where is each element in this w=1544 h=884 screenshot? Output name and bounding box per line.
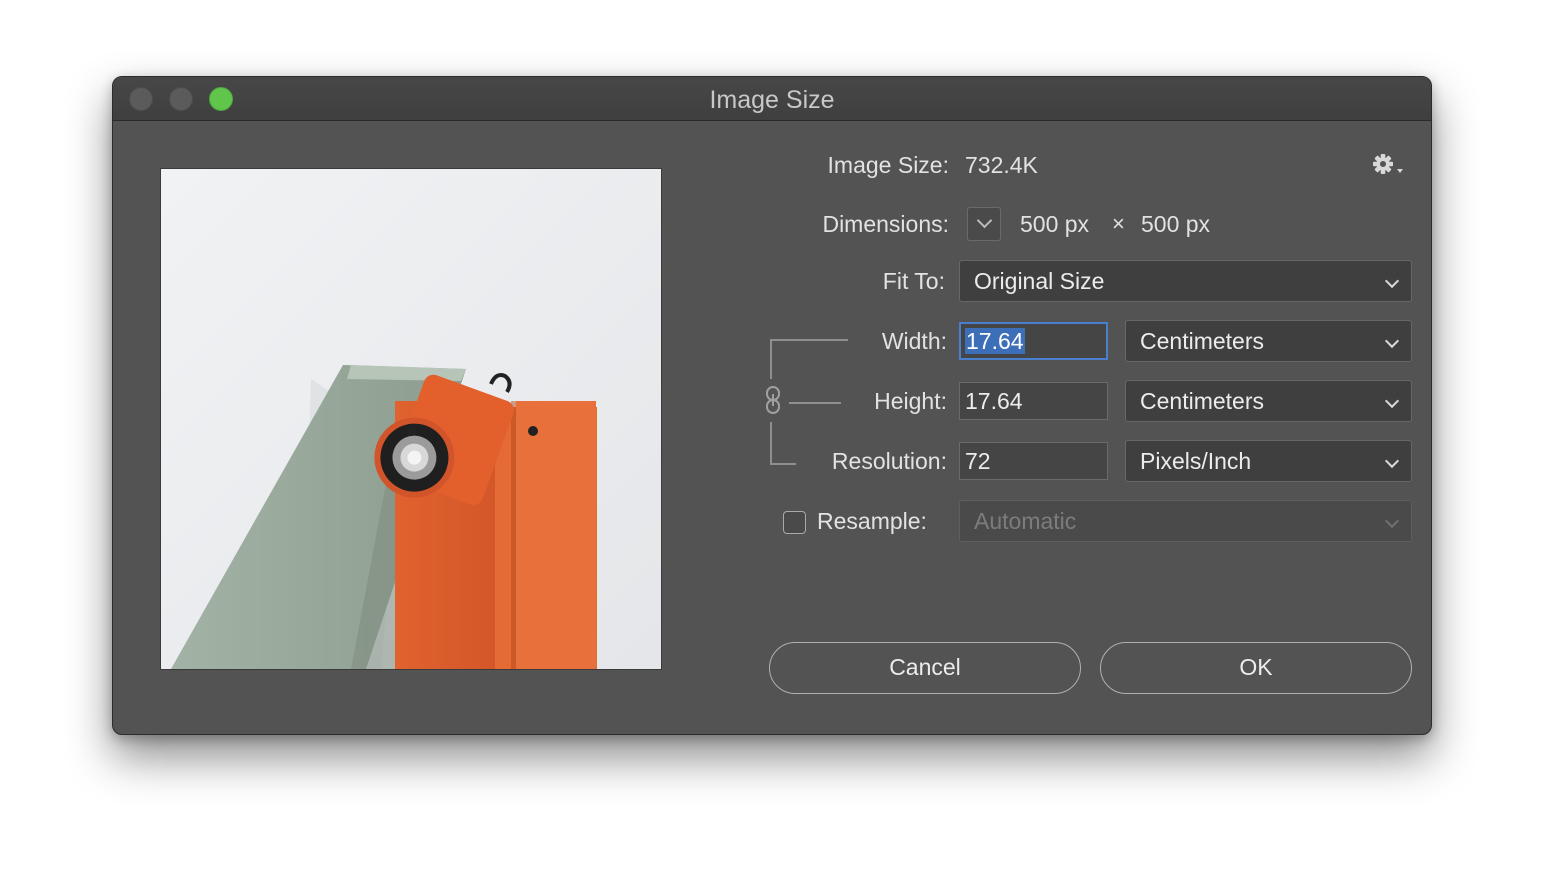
height-value: 17.64 xyxy=(965,388,1023,414)
chevron-down-icon xyxy=(1384,393,1400,409)
image-size-label: Image Size: xyxy=(827,152,949,178)
width-input[interactable]: 17.64 xyxy=(959,322,1108,360)
fit-to-dropdown[interactable]: Original Size xyxy=(959,260,1412,302)
fit-to-label: Fit To: xyxy=(882,268,945,294)
chevron-down-icon xyxy=(1384,333,1400,349)
width-unit-dropdown[interactable]: Centimeters xyxy=(1125,320,1412,362)
chevron-down-icon xyxy=(1384,513,1400,529)
resolution-unit-dropdown[interactable]: Pixels/Inch xyxy=(1125,440,1412,482)
resolution-value: 72 xyxy=(965,448,991,474)
height-unit-value: Centimeters xyxy=(1140,388,1264,414)
dimensions-unit-toggle[interactable] xyxy=(967,207,1001,241)
title-bar[interactable]: Image Size xyxy=(113,77,1431,121)
width-unit-value: Centimeters xyxy=(1140,328,1264,354)
dimensions-separator: × xyxy=(1112,211,1125,236)
preview-image xyxy=(161,169,661,669)
constrain-bracket-middle xyxy=(789,402,841,404)
width-value: 17.64 xyxy=(965,328,1025,354)
image-size-dialog: Image Size Image Size: 732.4K Dimensions… xyxy=(112,76,1432,735)
chevron-down-icon xyxy=(1384,273,1400,289)
resample-method-dropdown: Automatic xyxy=(959,500,1412,542)
settings-gear-icon[interactable] xyxy=(1371,151,1405,181)
dimensions-height: 500 px xyxy=(1141,211,1211,237)
window-title: Image Size xyxy=(709,86,835,114)
ok-button[interactable]: OK xyxy=(1100,642,1412,694)
constrain-proportions-link-icon[interactable] xyxy=(763,385,783,415)
width-label: Width: xyxy=(881,328,947,354)
resolution-unit-value: Pixels/Inch xyxy=(1140,448,1252,474)
cancel-button[interactable]: Cancel xyxy=(769,642,1081,694)
chevron-down-icon xyxy=(1384,453,1400,469)
height-input[interactable]: 17.64 xyxy=(959,382,1108,420)
image-size-value: 732.4K xyxy=(965,152,1038,178)
resample-label[interactable]: Resample: xyxy=(817,508,927,535)
dimensions-width: 500 px xyxy=(1020,211,1090,237)
constrain-bracket-bottom xyxy=(770,422,796,465)
image-preview[interactable] xyxy=(160,168,662,670)
dimensions-label: Dimensions: xyxy=(822,211,949,237)
fit-to-value: Original Size xyxy=(974,268,1105,294)
resolution-label: Resolution: xyxy=(831,448,947,474)
resample-method-value: Automatic xyxy=(974,508,1077,534)
chevron-down-icon xyxy=(976,212,993,229)
resolution-input[interactable]: 72 xyxy=(959,442,1108,480)
height-unit-dropdown[interactable]: Centimeters xyxy=(1125,380,1412,422)
height-label: Height: xyxy=(874,388,947,414)
resample-checkbox[interactable] xyxy=(783,511,806,534)
constrain-bracket-top xyxy=(770,339,848,379)
